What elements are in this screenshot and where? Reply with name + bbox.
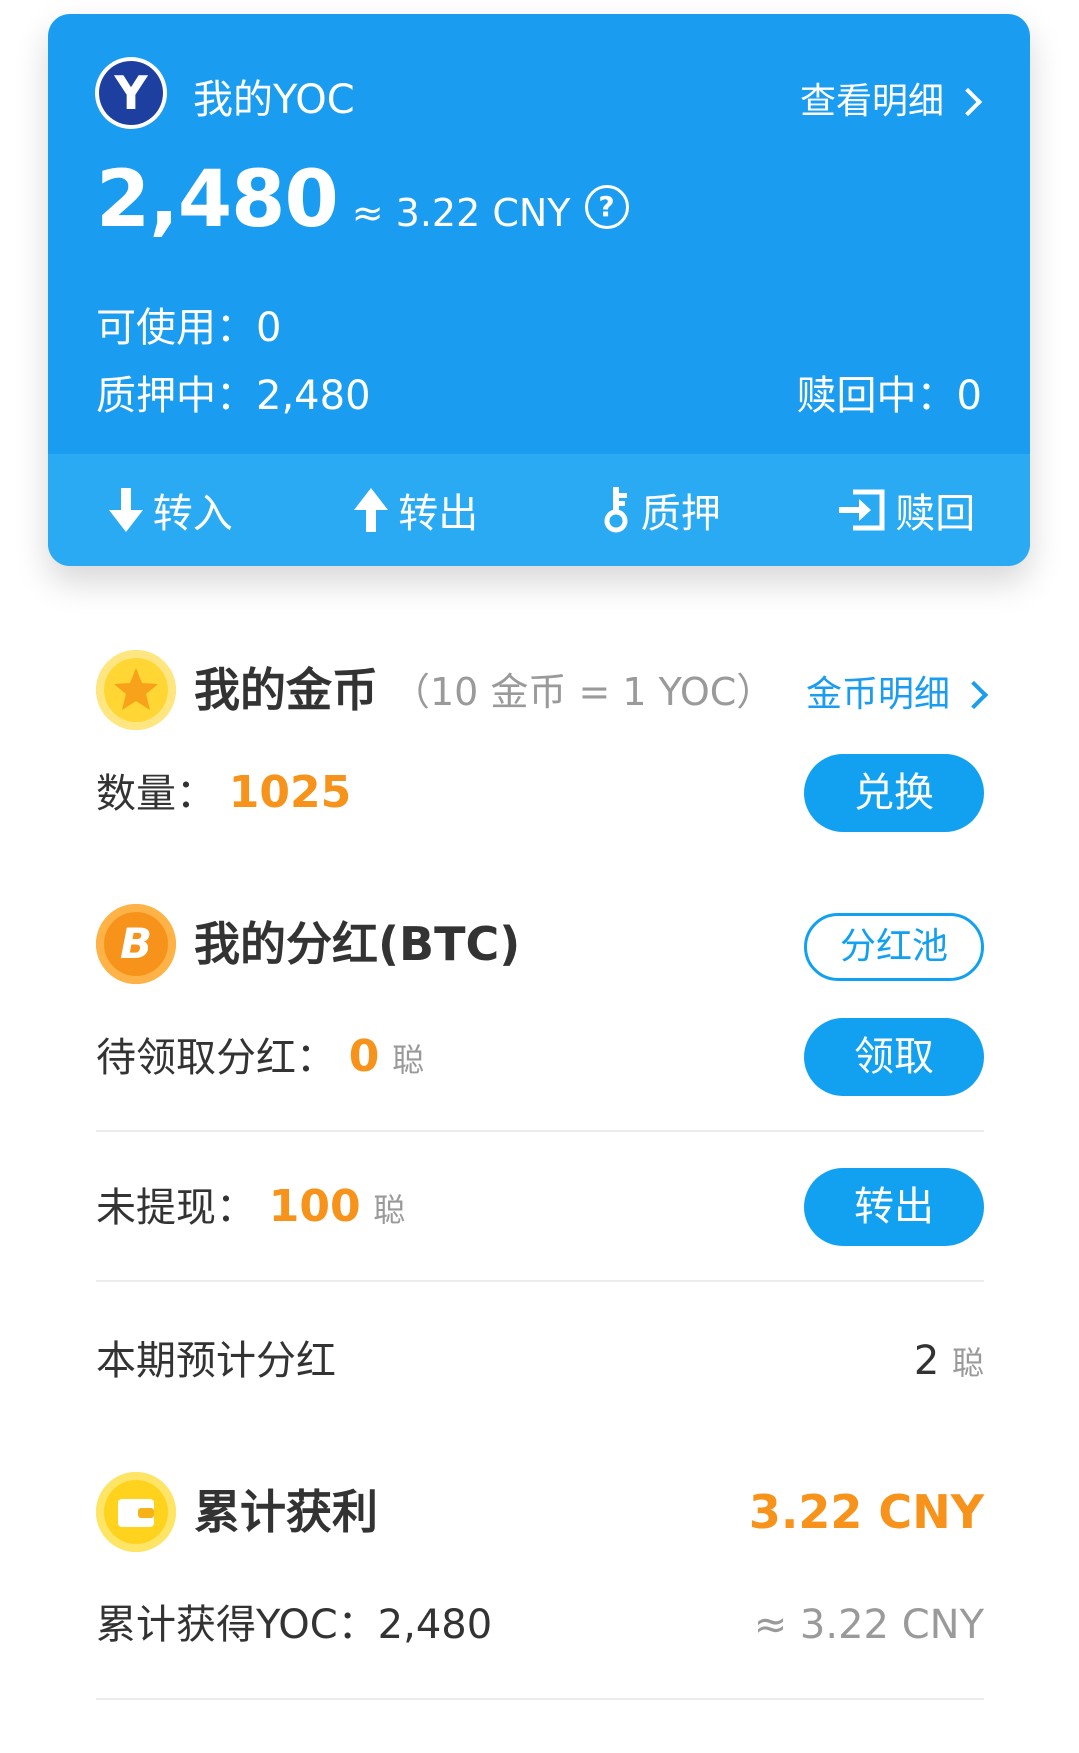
gold-coins-detail-label: 金币明细: [805, 674, 950, 715]
gold-coins-detail-link[interactable]: 金币明细: [805, 673, 989, 717]
transfer-out-button[interactable]: 转出: [294, 454, 540, 566]
yoc-logo-icon: Y: [95, 57, 167, 129]
bitcoin-icon: B: [96, 904, 176, 984]
pending-dividend-unit: 聪: [392, 1041, 425, 1079]
available-value: 0: [256, 305, 282, 351]
chevron-right-icon: [953, 87, 983, 117]
transfer-in-label: 转入: [152, 491, 233, 537]
profit-title: 累计获利: [194, 1485, 378, 1539]
gold-quantity-label: 数量：: [96, 771, 216, 817]
pledged-label: 质押中：: [96, 373, 256, 419]
divider: [96, 1698, 984, 1700]
transfer-in-button[interactable]: 转入: [48, 454, 294, 566]
redeem-label: 赎回: [895, 491, 976, 537]
yoc-card: Y 我的YOC 查看明细 2,480 ≈ 3.22 CNY ? 可使用：0 质押…: [48, 14, 1030, 566]
redeeming-value: 0: [956, 373, 982, 419]
profit-total-value: 3.22 CNY: [748, 1485, 984, 1539]
earned-yoc-value: 2,480: [377, 1602, 493, 1648]
unwithdrawn-value: 100: [268, 1181, 361, 1232]
redeem-icon: [839, 489, 885, 531]
balance-row: 2,480 ≈ 3.22 CNY ?: [96, 152, 629, 248]
earned-yoc-label: 累计获得YOC：: [96, 1602, 378, 1648]
key-icon: [604, 487, 628, 533]
dividend-title: 我的分红(BTC): [194, 917, 521, 971]
gold-coin-star-icon: [96, 650, 176, 730]
help-icon[interactable]: ?: [584, 185, 629, 229]
yoc-balance-cny: ≈ 3.22 CNY: [351, 191, 571, 235]
gold-quantity-row: 数量： 1025: [96, 768, 351, 819]
redeeming-label: 赎回中：: [796, 373, 957, 419]
pledge-button[interactable]: 质押: [539, 454, 785, 566]
estimate-dividend-value: 2: [913, 1338, 940, 1384]
gold-quantity-value: 1025: [228, 767, 352, 818]
transfer-out-label: 转出: [398, 491, 479, 537]
redeeming-stat: 赎回中：0: [797, 372, 982, 420]
claim-button[interactable]: 领取: [804, 1018, 984, 1096]
dividend-pool-button[interactable]: 分红池: [804, 913, 984, 981]
pending-dividend-value: 0: [348, 1031, 380, 1082]
arrow-down-icon: [108, 488, 143, 532]
available-label: 可使用：: [96, 305, 256, 351]
arrow-up-icon: [354, 488, 389, 532]
unwithdrawn-unit: 聪: [373, 1191, 406, 1229]
transfer-out-dividend-button[interactable]: 转出: [804, 1168, 984, 1246]
unwithdrawn-row: 未提现： 100 聪: [96, 1182, 405, 1235]
divider: [96, 1130, 984, 1132]
pledged-value: 2,480: [256, 373, 371, 419]
estimate-dividend-label: 本期预计分红: [96, 1338, 336, 1384]
action-bar: 转入 转出 质押 赎回: [48, 454, 1030, 566]
pending-dividend-label: 待领取分红：: [96, 1035, 336, 1081]
pending-dividend-row: 待领取分红： 0 聪: [96, 1032, 424, 1085]
wallet-icon: [96, 1472, 176, 1552]
earned-yoc-row: 累计获得YOC：2,480: [96, 1600, 492, 1650]
available-stat: 可使用：0: [96, 304, 281, 352]
earned-yoc-cny: ≈ 3.22 CNY: [753, 1602, 984, 1648]
yoc-title: 我的YOC: [193, 77, 355, 123]
view-details-label: 查看明细: [799, 81, 944, 122]
divider: [96, 1280, 984, 1282]
chevron-right-icon: [959, 680, 989, 710]
gold-coins-title: 我的金币: [194, 663, 378, 717]
exchange-button[interactable]: 兑换: [804, 754, 984, 832]
pledged-stat: 质押中：2,480: [96, 372, 371, 420]
bitcoin-letter: B: [119, 919, 152, 968]
view-details-link[interactable]: 查看明细: [800, 80, 986, 124]
estimate-dividend-value-row: 2 聪: [914, 1336, 984, 1388]
redeem-button[interactable]: 赎回: [785, 454, 1031, 566]
yoc-balance: 2,480: [96, 155, 339, 245]
gold-coins-rate: （10 金币 = 1 YOC）: [392, 670, 775, 714]
estimate-dividend-unit: 聪: [951, 1344, 984, 1382]
page: Y 我的YOC 查看明细 2,480 ≈ 3.22 CNY ? 可使用：0 质押…: [0, 0, 1079, 1753]
unwithdrawn-label: 未提现：: [96, 1185, 256, 1231]
pledge-label: 质押: [640, 491, 721, 537]
